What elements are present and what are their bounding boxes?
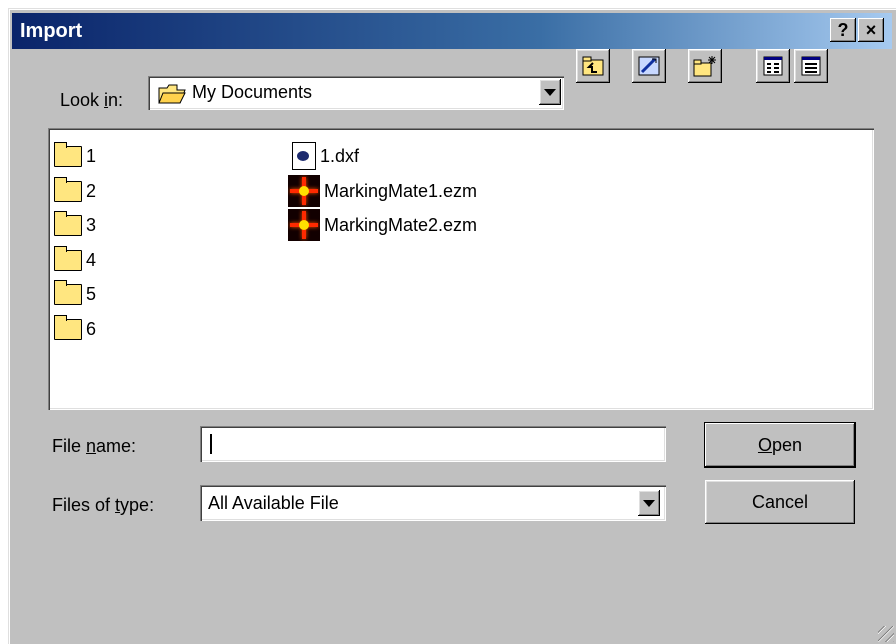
ezm-file-icon [288,175,320,207]
file-name-input[interactable] [200,426,666,462]
folder-item[interactable]: 3 [54,210,96,240]
file-item[interactable]: MarkingMate1.ezm [288,175,477,207]
up-one-level-icon [582,56,604,76]
new-folder-icon [693,56,716,77]
dialog-title: Import [20,20,83,42]
look-in-label: Look in: [60,90,124,110]
folder-item[interactable]: 2 [54,176,96,206]
look-in-combo[interactable]: My Documents [148,76,564,110]
dxf-file-icon [292,142,316,170]
folder-icon [54,279,82,305]
folder-icon [54,314,82,340]
file-list[interactable]: 1 2 3 4 5 6 1.dxf MarkingMate1.ezm Marki… [48,128,874,410]
list-view-icon [763,56,783,76]
look-in-value: My Documents [192,82,313,102]
new-folder-button[interactable] [688,49,722,83]
folder-item[interactable]: 5 [54,279,96,309]
cancel-button-label: Cancel [751,491,809,512]
import-dialog: Import ? × Look in: My Documents 1 2 3 4… [8,8,896,644]
details-view-button[interactable] [794,49,828,83]
details-view-icon [801,56,821,76]
title-bar[interactable]: Import ? × [12,13,892,49]
file-name-label: File name: [52,436,137,456]
file-type-label: Files of type: [52,495,155,515]
folder-item[interactable]: 6 [54,314,96,344]
text-cursor [210,434,212,454]
chevron-down-icon[interactable] [539,79,561,105]
open-button[interactable]: Open [705,423,855,467]
folder-icon [54,141,82,167]
list-view-button[interactable] [756,49,790,83]
close-button[interactable]: × [858,18,884,42]
desktop-icon [638,56,660,76]
file-item[interactable]: MarkingMate2.ezm [288,209,477,241]
folder-icon [54,210,82,236]
chevron-down-icon[interactable] [638,490,660,516]
ezm-file-icon [288,209,320,241]
open-button-label: Open [757,434,803,455]
folder-icon [54,176,82,202]
open-folder-icon [158,84,186,104]
help-button[interactable]: ? [830,18,856,42]
cancel-button[interactable]: Cancel [705,480,855,524]
file-item[interactable]: 1.dxf [292,141,359,171]
file-type-select[interactable]: All Available File [200,485,666,521]
desktop-button[interactable] [632,49,666,83]
folder-item[interactable]: 4 [54,245,96,275]
up-one-level-button[interactable] [576,49,610,83]
folder-icon [54,245,82,271]
folder-item[interactable]: 1 [54,141,96,171]
resize-grip-icon[interactable] [878,626,894,642]
